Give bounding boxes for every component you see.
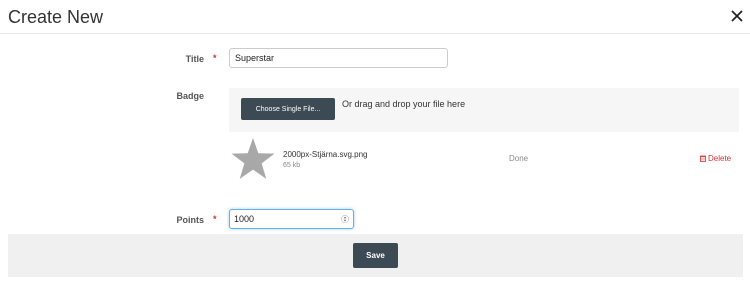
trash-icon — [700, 155, 706, 162]
title-label: Title — [185, 54, 204, 64]
modal-header: Create New — [0, 0, 750, 34]
star-icon — [231, 138, 275, 179]
close-icon[interactable] — [730, 9, 744, 23]
file-size: 65 kb — [283, 162, 301, 169]
modal-title: Create New — [8, 7, 104, 27]
badge-label: Badge — [176, 91, 204, 101]
choose-file-button[interactable]: Choose Single File... — [241, 98, 335, 120]
file-dropzone[interactable]: Choose Single File... Or drag and drop y… — [229, 88, 739, 132]
save-button[interactable]: Save — [353, 243, 398, 268]
drop-hint: Or drag and drop your file here — [342, 99, 466, 109]
points-input[interactable] — [230, 210, 348, 228]
title-required-mark: * — [213, 53, 217, 63]
points-required-mark: * — [213, 214, 217, 224]
points-input-wrapper — [229, 209, 354, 229]
stepper-icon[interactable] — [341, 214, 349, 224]
modal-footer: Save — [8, 234, 743, 277]
file-name: 2000px-Stjärna.svg.png — [283, 150, 368, 159]
delete-label: Delete — [708, 154, 732, 163]
points-label: Points — [176, 215, 204, 225]
upload-status: Done — [509, 154, 529, 163]
delete-file-link[interactable]: Delete — [700, 154, 731, 163]
title-input[interactable] — [229, 48, 448, 68]
